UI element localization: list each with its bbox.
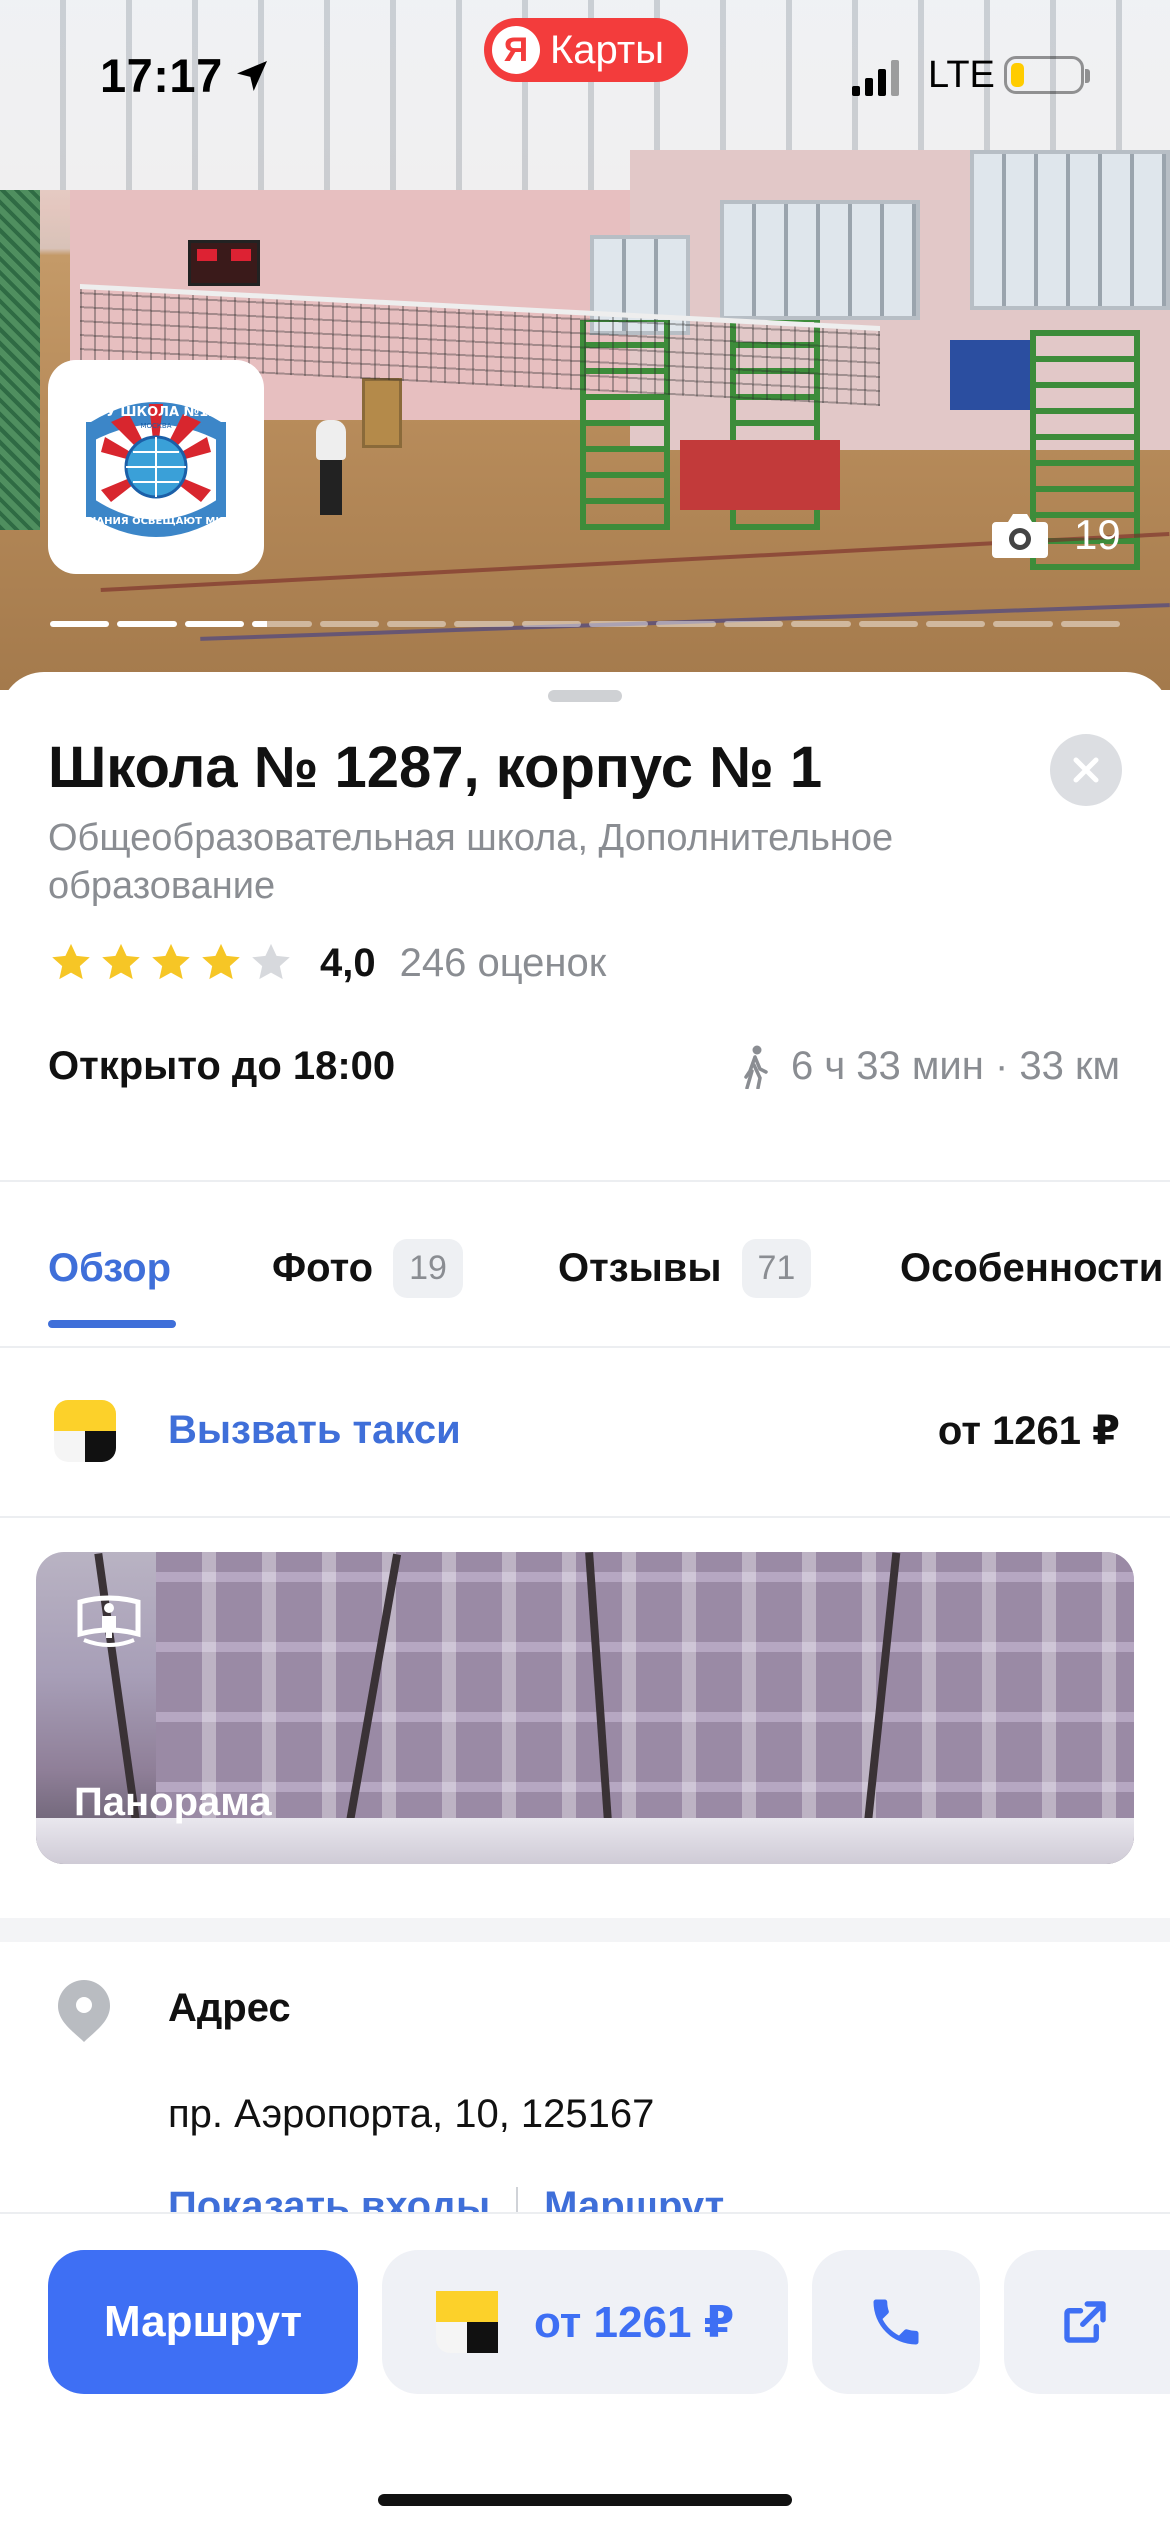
taxi-button[interactable]: от 1261 ₽ [382,2250,788,2394]
tab-label: Обзор [48,1245,172,1290]
gallery-progress-segment [791,621,851,627]
hero-window [720,200,920,320]
divider [0,1516,1170,1518]
location-arrow-icon [237,61,267,91]
photo-count[interactable]: 19 [990,510,1121,560]
tab-label: Отзывы [558,1245,722,1290]
gallery-progress-segment [723,621,784,627]
taxi-row[interactable]: Вызвать такси от 1261 ₽ [0,1348,1170,1516]
status-bar: 17:17 Я Карты LTE [0,0,1170,150]
action-bar: Маршрут от 1261 ₽ [0,2212,1170,2532]
gallery-progress-segment [50,621,110,627]
hero-side-net [0,190,40,530]
gallery-progress-segment [319,621,379,627]
share-button[interactable] [1004,2250,1170,2394]
hero-scoreboard [188,240,260,286]
star-icon [102,943,140,980]
yandex-logo-icon: Я [492,26,540,74]
battery-icon [1004,56,1090,94]
hero-door [362,378,402,448]
gallery-progress-segment [386,621,447,627]
taxi-price: от 1261 ₽ [937,1409,1120,1453]
phone-icon [873,2299,919,2345]
section-gap [0,1918,1170,1942]
rating-count: 246 оценок [399,940,607,985]
tab-badge: 19 [393,1238,463,1298]
sheet-grabber[interactable] [548,690,622,702]
signal-icon [852,60,899,96]
hero-window [970,150,1170,310]
gallery-progress-segment [454,621,514,627]
gallery-progress [50,621,1120,627]
route-button[interactable]: Маршрут [48,2250,358,2394]
hero-mat [680,440,840,510]
network-type: LTE [928,54,995,96]
photo-count-value: 19 [1074,511,1121,558]
place-category: Общеобразовательная школа, Дополнительно… [48,817,894,907]
gallery-progress-segment [184,621,245,627]
taxi-icon [436,2291,498,2353]
walk-route-info[interactable]: 6 ч 33 мин · 33 км [741,1044,1120,1089]
share-icon [1064,2301,1106,2343]
divider [0,1180,1170,1182]
address-value[interactable]: пр. Аэропорта, 10, 125167 [168,2092,654,2137]
school-emblem-icon: ГБОУ ШКОЛА №1287 МОСКВА ЗНАНИЯ ОСВЕЩАЮТ … [77,402,236,537]
panorama-card[interactable]: Панорама [36,1552,1134,1864]
gallery-progress-segment [993,621,1053,627]
rating-value: 4,0 [320,940,376,985]
rating-row[interactable]: 4,0 246 оценок [48,940,606,986]
tab-features[interactable]: Особенности [900,1228,1163,1308]
distance-separator: · [994,1044,1009,1088]
gallery-progress-segment [521,621,581,627]
hero-person [312,420,348,515]
tab-bar: Обзор Фото 19 Отзывы 71 Особенности [0,1228,1170,1338]
gallery-progress-segment [1060,621,1120,627]
gallery-progress-segment [858,621,918,627]
gallery-progress-segment [925,621,986,627]
gallery-progress-segment [117,621,177,627]
tab-photos[interactable]: Фото 19 [272,1228,463,1308]
app-badge-name: Карты [550,27,664,72]
taxi-button-price: от 1261 ₽ [534,2297,735,2347]
tab-badge: 71 [741,1238,812,1298]
panorama-building [156,1552,1134,1852]
gallery-progress-segment [252,621,312,627]
close-button[interactable] [1050,734,1122,806]
call-button[interactable] [812,2250,980,2394]
rating-stars [48,940,294,986]
school-logo: ГБОУ ШКОЛА №1287 МОСКВА ЗНАНИЯ ОСВЕЩАЮТ … [48,360,264,574]
emblem-city-text: МОСКВА [141,422,172,430]
panorama-label: Панорама [74,1780,272,1824]
camera-icon [992,514,1048,558]
tab-active-indicator [48,1320,176,1328]
star-icon [202,943,240,980]
open-status: Открыто до 18:00 [48,1044,396,1088]
taxi-label: Вызвать такси [168,1408,461,1452]
status-time: 17:17 [100,49,223,102]
distance: 33 км [1019,1044,1120,1088]
star-icon [52,943,90,980]
hero-mat [950,340,1030,410]
app-badge[interactable]: Я Карты [484,18,688,82]
tab-label: Особенности [900,1245,1164,1290]
location-pin-icon [58,1980,110,2042]
home-indicator [378,2494,792,2506]
gallery-progress-segment [589,621,649,627]
pedestrian-icon [744,1045,768,1089]
emblem-top-text: ГБОУ ШКОЛА №1287 [77,405,236,420]
taxi-icon [54,1400,116,1462]
place-title: Школа № 1287, корпус № 1 [48,735,823,800]
tab-label: Фото [272,1245,374,1290]
address-title: Адрес [168,1986,291,2030]
walk-time: 6 ч 33 мин [790,1044,984,1088]
panorama-icon [77,1595,141,1647]
tab-overview[interactable]: Обзор [48,1228,171,1308]
gallery-progress-segment [656,621,716,627]
battery-level [1011,63,1024,87]
star-icon [252,943,290,980]
tab-reviews[interactable]: Отзывы 71 [558,1228,812,1308]
star-icon [152,943,190,980]
emblem-motto-text: ЗНАНИЯ ОСВЕЩАЮТ МИР [81,516,231,527]
close-icon [1073,757,1099,783]
